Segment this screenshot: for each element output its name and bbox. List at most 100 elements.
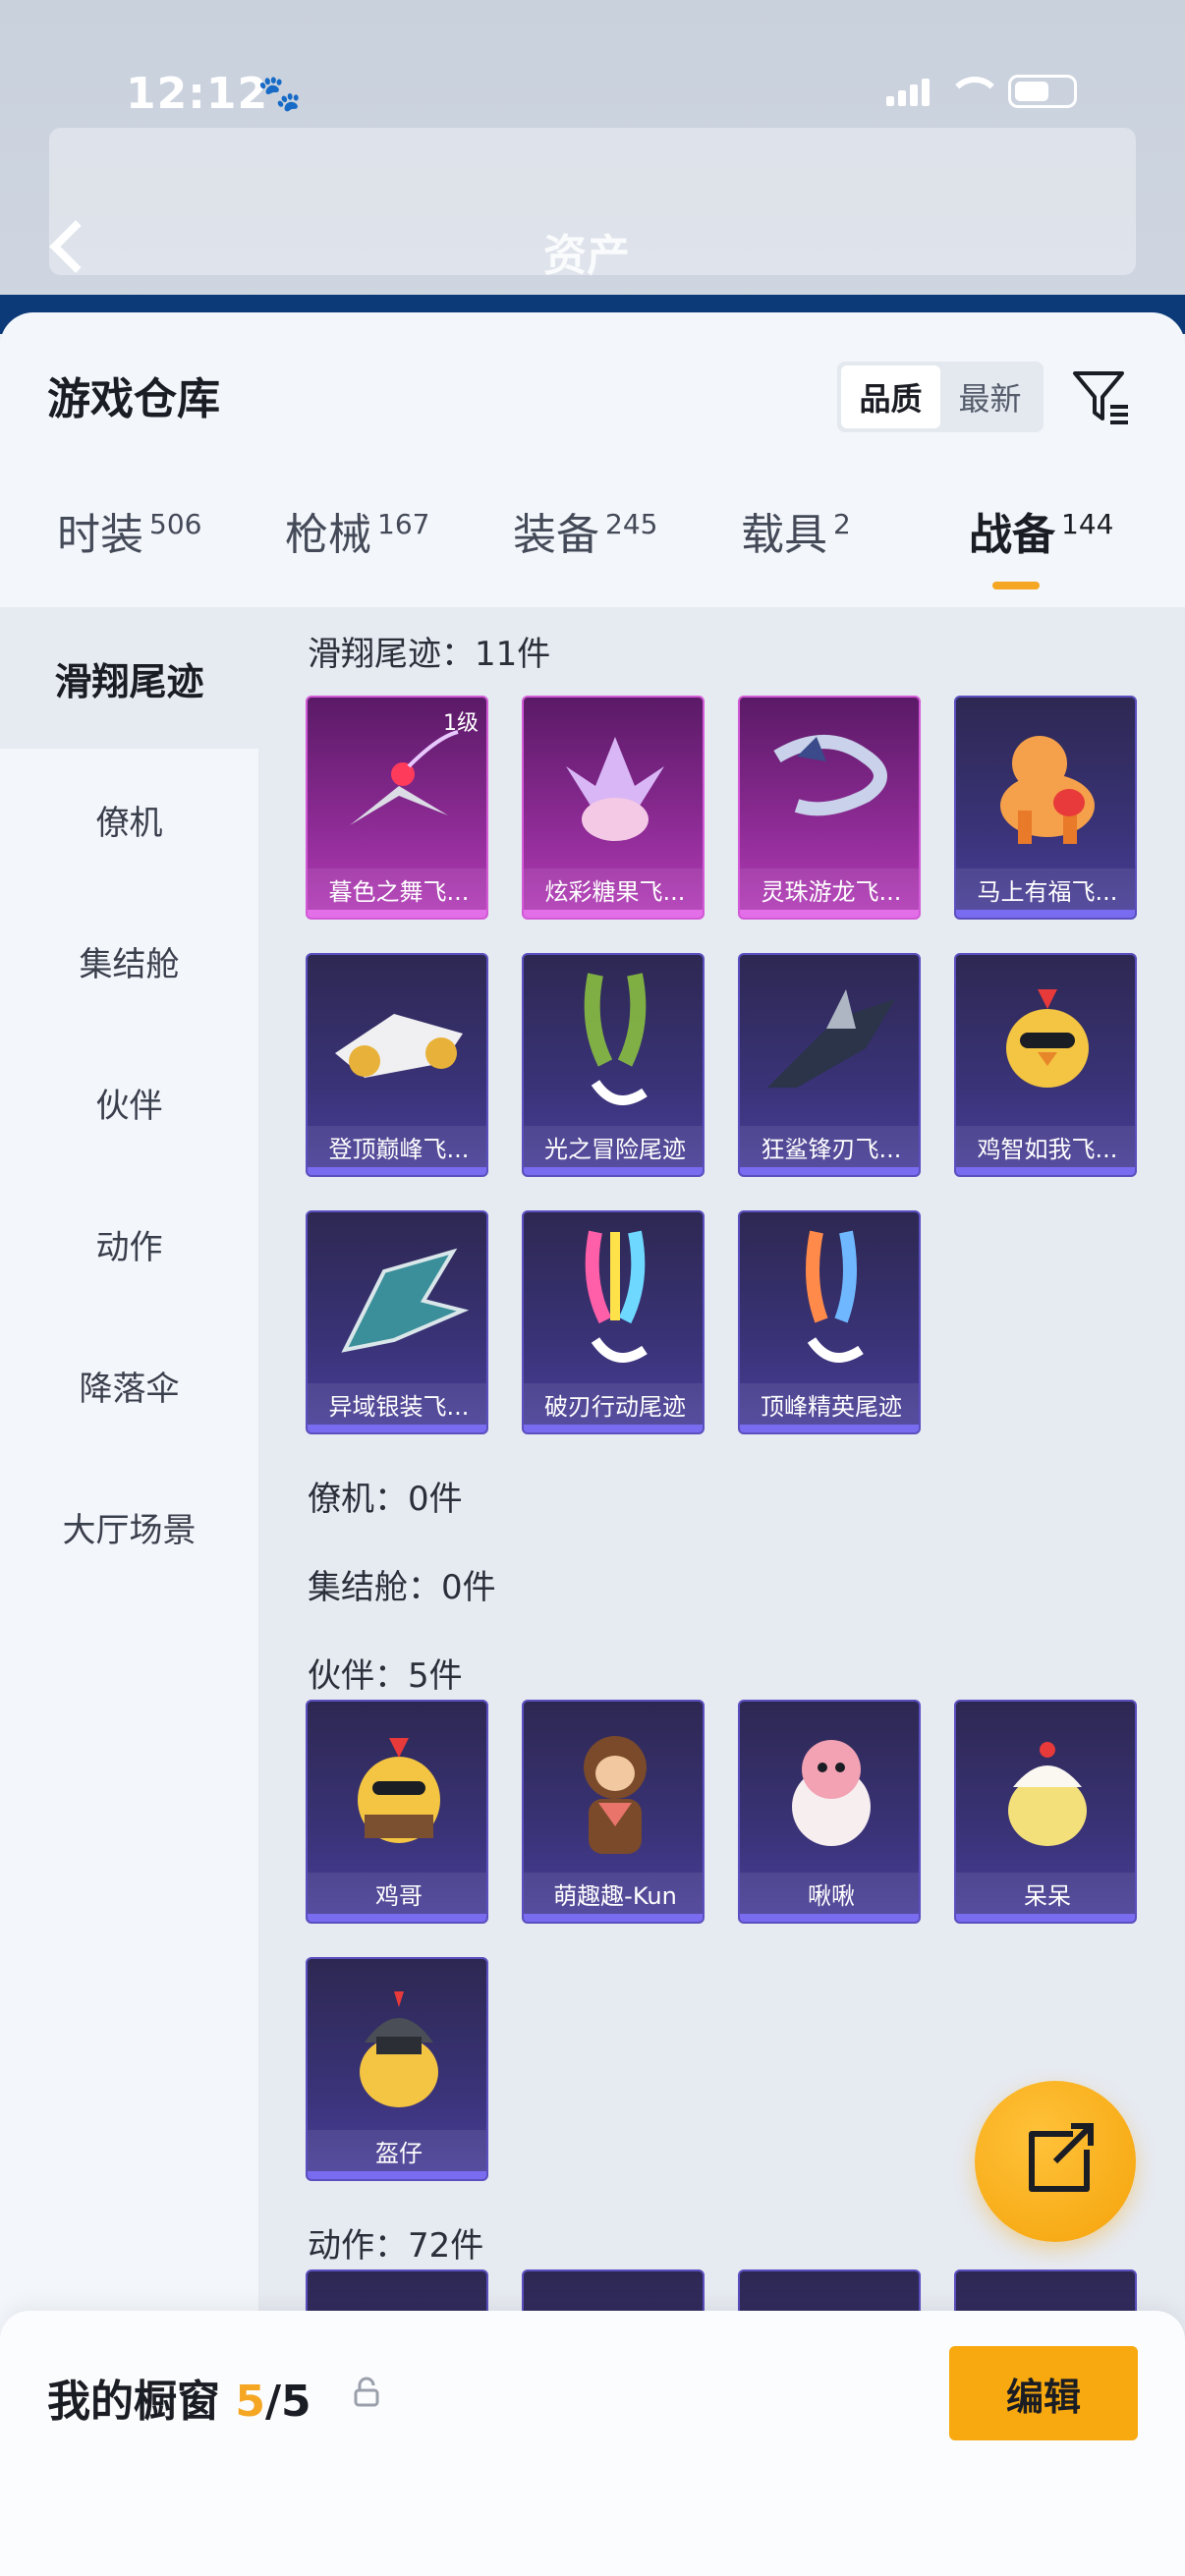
item-card[interactable]: 马上有福飞... — [954, 696, 1137, 920]
showcase-bar: 我的橱窗 5/5 编辑 — [0, 2311, 1185, 2576]
item-card[interactable]: 炫彩糖果飞... — [522, 696, 705, 920]
item-name: 鸡哥 — [308, 1873, 486, 1914]
item-card[interactable]: 顶峰精英尾迹 — [738, 1210, 921, 1434]
item-card[interactable]: 灵珠游龙飞... — [738, 696, 921, 920]
item-rarity-bar — [740, 910, 919, 918]
status-bar: 12:12 🐾 — [0, 61, 1185, 130]
item-image — [308, 1212, 486, 1389]
item-name: 啾啾 — [740, 1873, 919, 1914]
item-rarity-bar — [740, 1167, 919, 1175]
item-card[interactable]: 1级 暮色之舞飞... — [306, 696, 488, 920]
background-title: 资产 — [543, 231, 630, 281]
sort-latest-button[interactable]: 最新 — [940, 365, 1040, 428]
item-name: 呆呆 — [956, 1873, 1135, 1914]
item-card[interactable]: 鸡哥 — [306, 1700, 488, 1924]
signal-icon — [886, 77, 930, 106]
sidebar-item-lobby-scene[interactable]: 大厅场景 — [0, 1456, 258, 1597]
edit-button[interactable]: 编辑 — [949, 2346, 1138, 2440]
status-time: 12:12 — [126, 69, 269, 119]
tab-count: 506 — [149, 508, 202, 540]
showcase-total-count: /5 — [264, 2377, 311, 2427]
item-rarity-bar — [308, 910, 486, 918]
wifi-icon — [947, 77, 1002, 106]
sort-quality-button[interactable]: 品质 — [841, 365, 940, 428]
item-image — [956, 955, 1135, 1132]
item-name: 萌趣趣-Kun — [524, 1873, 703, 1914]
item-name: 异域银装飞... — [308, 1383, 486, 1425]
tab-label: 战备 — [969, 510, 1055, 560]
tab-label: 装备 — [513, 510, 599, 560]
item-rarity-bar — [308, 2171, 486, 2179]
tab-fashion[interactable]: 时装 506 — [57, 499, 201, 597]
item-list: 滑翔尾迹：11件 1级 暮色之舞飞... 炫彩糖果飞... 灵珠游龙飞... 马… — [258, 607, 1185, 2576]
lock-icon — [354, 2377, 379, 2407]
sidebar: 滑翔尾迹 僚机 集结舱 伙伴 动作 降落伞 大厅场景 — [0, 607, 258, 2576]
item-name: 破刃行动尾迹 — [524, 1383, 703, 1425]
sidebar-item-parachute[interactable]: 降落伞 — [0, 1315, 258, 1456]
back-icon[interactable] — [43, 216, 83, 275]
filter-icon[interactable] — [1069, 364, 1134, 428]
item-card[interactable]: 登顶巅峰飞... — [306, 953, 488, 1177]
item-rarity-bar — [308, 1425, 486, 1432]
section-header-partner: 伙伴：5件 — [308, 1656, 463, 1696]
section-header-wingman: 僚机：0件 — [308, 1480, 463, 1519]
item-name: 暮色之舞飞... — [308, 868, 486, 910]
item-card[interactable]: 呆呆 — [954, 1700, 1137, 1924]
tab-guns[interactable]: 枪械 167 — [285, 499, 429, 597]
item-image — [740, 698, 919, 874]
showcase-title: 我的橱窗 — [47, 2377, 220, 2427]
category-tabs: 时装 506 枪械 167 装备 245 载具 2 战备 144 — [0, 499, 1185, 607]
item-name: 盔仔 — [308, 2130, 486, 2171]
item-name: 鸡智如我飞... — [956, 1126, 1135, 1167]
item-rarity-bar — [956, 1167, 1135, 1175]
sidebar-item-pod[interactable]: 集结舱 — [0, 890, 258, 1032]
sidebar-item-glide-trail[interactable]: 滑翔尾迹 — [0, 607, 258, 749]
item-card[interactable]: 萌趣趣-Kun — [522, 1700, 705, 1924]
item-rarity-bar — [956, 910, 1135, 918]
item-name: 炫彩糖果飞... — [524, 868, 703, 910]
item-card[interactable]: 破刃行动尾迹 — [522, 1210, 705, 1434]
item-name: 狂鲨锋刃飞... — [740, 1126, 919, 1167]
item-image — [956, 698, 1135, 874]
tab-count: 167 — [377, 508, 430, 540]
item-rarity-bar — [308, 1914, 486, 1922]
item-card[interactable]: 鸡智如我飞... — [954, 953, 1137, 1177]
item-image — [524, 1212, 703, 1389]
item-rarity-bar — [524, 1914, 703, 1922]
item-card[interactable]: 光之冒险尾迹 — [522, 953, 705, 1177]
showcase-current-count: 5 — [235, 2377, 265, 2427]
share-button[interactable] — [975, 2081, 1136, 2242]
item-image — [524, 698, 703, 874]
item-name: 灵珠游龙飞... — [740, 868, 919, 910]
sidebar-item-partner[interactable]: 伙伴 — [0, 1032, 258, 1173]
section-header-pod: 集结舱：0件 — [308, 1568, 496, 1607]
item-image — [524, 955, 703, 1132]
section-header-action: 动作：72件 — [308, 2226, 484, 2266]
showcase-label: 我的橱窗 5/5 — [47, 2366, 311, 2429]
item-image — [308, 1959, 486, 2136]
item-rarity-bar — [308, 1167, 486, 1175]
status-icons — [886, 75, 1077, 108]
sidebar-item-wingman[interactable]: 僚机 — [0, 749, 258, 890]
tab-count: 144 — [1061, 508, 1114, 540]
tab-equipment[interactable]: 装备 245 — [513, 499, 657, 597]
item-card[interactable]: 狂鲨锋刃飞... — [738, 953, 921, 1177]
sidebar-item-action[interactable]: 动作 — [0, 1173, 258, 1315]
section-header-glide: 滑翔尾迹：11件 — [308, 635, 551, 674]
item-name: 马上有福飞... — [956, 868, 1135, 910]
sheet-title: 游戏仓库 — [47, 374, 220, 424]
item-rarity-bar — [524, 1425, 703, 1432]
battery-icon — [1008, 75, 1077, 108]
tab-label: 时装 — [57, 510, 143, 560]
sort-toggle: 品质 最新 — [837, 362, 1044, 432]
item-image — [308, 1702, 486, 1878]
tab-count: 245 — [605, 508, 658, 540]
item-rarity-bar — [524, 1167, 703, 1175]
item-image — [524, 1702, 703, 1878]
item-card[interactable]: 啾啾 — [738, 1700, 921, 1924]
item-card[interactable]: 异域银装飞... — [306, 1210, 488, 1434]
item-image — [956, 1702, 1135, 1878]
item-card[interactable]: 盔仔 — [306, 1957, 488, 2181]
tab-vehicles[interactable]: 载具 2 — [741, 499, 851, 597]
tab-battle-prep[interactable]: 战备 144 — [969, 499, 1113, 597]
